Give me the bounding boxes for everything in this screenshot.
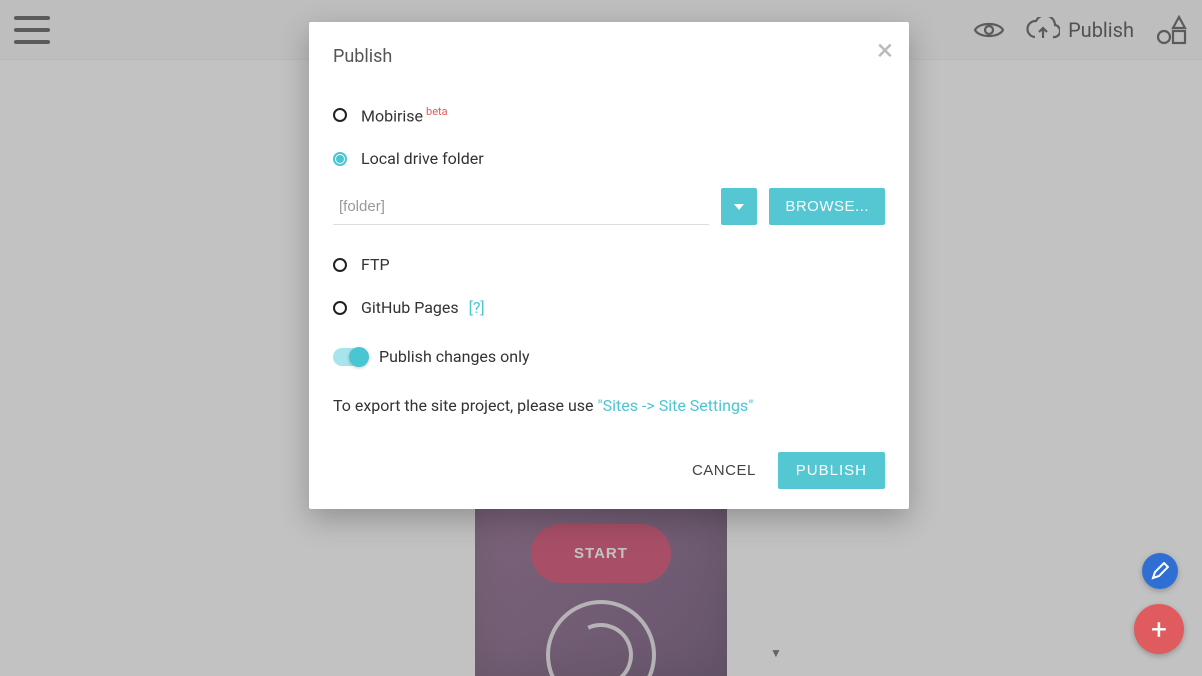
radio-icon[interactable] xyxy=(333,108,347,122)
option-local-drive[interactable]: Local drive folder xyxy=(333,137,885,180)
beta-badge: beta xyxy=(426,105,448,118)
radio-icon[interactable] xyxy=(333,258,347,272)
export-hint: To export the site project, please use "… xyxy=(333,378,885,415)
add-block-fab[interactable]: + xyxy=(1134,604,1184,654)
modal-actions: CANCEL PUBLISH xyxy=(333,452,885,489)
folder-history-button[interactable] xyxy=(721,188,757,225)
radio-icon[interactable] xyxy=(333,152,347,166)
publish-button[interactable]: PUBLISH xyxy=(778,452,885,489)
browse-button[interactable]: BROWSE... xyxy=(769,188,885,225)
publish-changes-only: Publish changes only xyxy=(333,329,885,378)
folder-input[interactable] xyxy=(333,188,709,224)
publish-modal: × Publish Mobirisebeta Local drive folde… xyxy=(309,22,909,509)
folder-picker: BROWSE... xyxy=(333,180,885,243)
option-label: FTP xyxy=(361,255,390,274)
radio-icon[interactable] xyxy=(333,301,347,315)
option-ftp[interactable]: FTP xyxy=(333,243,885,286)
option-label: Mobirisebeta xyxy=(361,105,448,125)
toggle-label: Publish changes only xyxy=(379,347,530,366)
option-mobirise[interactable]: Mobirisebeta xyxy=(333,93,885,137)
folder-input-wrap xyxy=(333,188,709,225)
option-label: GitHub Pages [?] xyxy=(361,298,485,317)
site-settings-link[interactable]: "Sites -> Site Settings" xyxy=(597,396,753,415)
option-github-pages[interactable]: GitHub Pages [?] xyxy=(333,286,885,329)
toggle-switch[interactable] xyxy=(333,348,367,366)
edit-fab[interactable] xyxy=(1142,553,1178,589)
close-icon[interactable]: × xyxy=(877,36,893,66)
github-help-link[interactable]: [?] xyxy=(469,298,485,317)
cancel-button[interactable]: CANCEL xyxy=(692,462,756,479)
option-label: Local drive folder xyxy=(361,149,484,168)
modal-title: Publish xyxy=(333,46,885,67)
